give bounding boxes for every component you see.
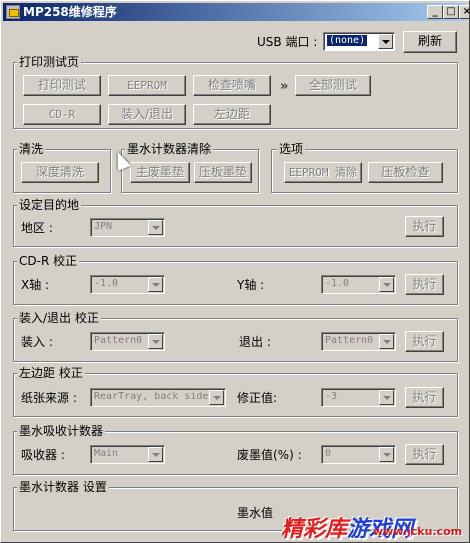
chevron-down-icon[interactable]	[148, 220, 163, 235]
minimize-button[interactable]: _	[427, 5, 443, 19]
separator-arrow: »	[280, 79, 289, 94]
eject-label: 退出 :	[239, 335, 271, 349]
chevron-down-icon[interactable]	[379, 277, 394, 292]
correction-select[interactable]: -3	[321, 388, 396, 407]
ink-counter-set-title: 墨水计数器 设置	[17, 480, 109, 494]
chevron-down-icon[interactable]	[209, 390, 224, 405]
load-value: Pattern0	[94, 335, 143, 346]
region-select[interactable]: JPN	[90, 218, 165, 237]
load-label: 装入 :	[21, 335, 53, 349]
y-axis-value: -1.0	[325, 278, 350, 289]
x-axis-select[interactable]: -1.0	[90, 275, 165, 294]
destination-title: 设定目的地	[17, 198, 82, 212]
options-title: 选项	[277, 142, 306, 156]
usb-port-value: (none)	[327, 35, 368, 46]
waste-ink-select[interactable]: 0	[321, 445, 396, 464]
title-bar[interactable]: MP258维修程序 _ □ ×	[3, 3, 469, 21]
chevron-down-icon[interactable]	[148, 277, 163, 292]
chevron-down-icon[interactable]	[379, 334, 394, 349]
cdr-execute-button[interactable]: 执行	[405, 274, 444, 295]
cdr-button[interactable]: CD-R	[23, 104, 101, 125]
close-button[interactable]: ×	[459, 5, 469, 19]
absorber-select[interactable]: Main	[90, 445, 165, 464]
deep-clean-button[interactable]: 深度清洗	[21, 162, 99, 183]
absorber-execute-button[interactable]: 执行	[405, 444, 444, 465]
platen-pad-button[interactable]: 压板墨垫	[194, 162, 252, 183]
correction-value: -3	[325, 391, 338, 402]
eject-select[interactable]: Pattern0	[321, 332, 396, 351]
chevron-down-icon[interactable]	[379, 447, 394, 462]
refresh-button[interactable]: 刷新	[403, 31, 457, 53]
paper-source-label: 纸张来源 :	[21, 391, 77, 405]
usb-port-select[interactable]: (none)	[323, 32, 395, 51]
left-margin-execute-button[interactable]: 执行	[405, 387, 444, 408]
waste-ink-label: 废墨值(%) :	[237, 448, 302, 462]
eject-value: Pattern0	[325, 335, 374, 346]
window-title: MP258维修程序	[23, 5, 117, 19]
chevron-down-icon[interactable]	[379, 390, 394, 405]
app-icon[interactable]	[6, 5, 20, 19]
maximize-button[interactable]: □	[443, 5, 459, 19]
left-margin-button[interactable]: 左边距	[193, 104, 271, 125]
absorber-title: 墨水吸收计数器	[17, 424, 106, 438]
main-window: MP258维修程序 _ □ × USB 端口 : (none) 刷新 打印测试页…	[0, 0, 470, 543]
cleaning-title: 清洗	[17, 142, 46, 156]
ink-value-label: 墨水值	[237, 506, 274, 520]
absorber-label: 吸收器 :	[21, 448, 65, 462]
usb-port-label: USB 端口 :	[257, 35, 318, 49]
load-eject-title: 装入/退出 校正	[17, 311, 101, 325]
left-margin-title: 左边距 校正	[17, 366, 85, 380]
chevron-down-icon[interactable]	[378, 34, 393, 49]
y-axis-select[interactable]: -1.0	[321, 275, 396, 294]
load-select[interactable]: Pattern0	[90, 332, 165, 351]
x-axis-value: -1.0	[94, 278, 119, 289]
eeprom-clear-button[interactable]: EEPROM 清除	[284, 162, 362, 183]
print-test-button[interactable]: 打印测试	[23, 75, 101, 96]
region-label: 地区 :	[21, 221, 53, 235]
paper-source-select[interactable]: RearTray, back side	[90, 388, 226, 407]
cdr-title: CD-R 校正	[17, 254, 80, 268]
destination-execute-button[interactable]: 执行	[405, 216, 444, 237]
waste-ink-value: 0	[325, 448, 332, 459]
absorber-value: Main	[94, 448, 119, 459]
x-axis-label: X轴 :	[21, 278, 50, 292]
region-value: JPN	[94, 221, 113, 232]
watermark-url: www.jcku.com	[373, 525, 463, 538]
eeprom-button[interactable]: EEPROM	[108, 75, 186, 96]
load-eject-button[interactable]: 装入/退出	[108, 104, 186, 125]
chevron-down-icon[interactable]	[148, 447, 163, 462]
print-test-title: 打印测试页	[17, 55, 82, 69]
nozzle-check-button[interactable]: 检查喷嘴	[193, 75, 271, 96]
load-eject-execute-button[interactable]: 执行	[405, 331, 444, 352]
paper-source-value: RearTray, back side	[94, 391, 209, 402]
y-axis-label: Y轴 :	[237, 278, 265, 292]
chevron-down-icon[interactable]	[148, 334, 163, 349]
ink-counter-reset-title: 墨水计数器清除	[125, 142, 214, 156]
correction-label: 修正值:	[237, 391, 278, 405]
all-tests-button[interactable]: 全部测试	[295, 75, 371, 96]
platen-check-button[interactable]: 压板检查	[368, 162, 443, 183]
main-pad-button[interactable]: 主废墨垫	[130, 162, 190, 183]
